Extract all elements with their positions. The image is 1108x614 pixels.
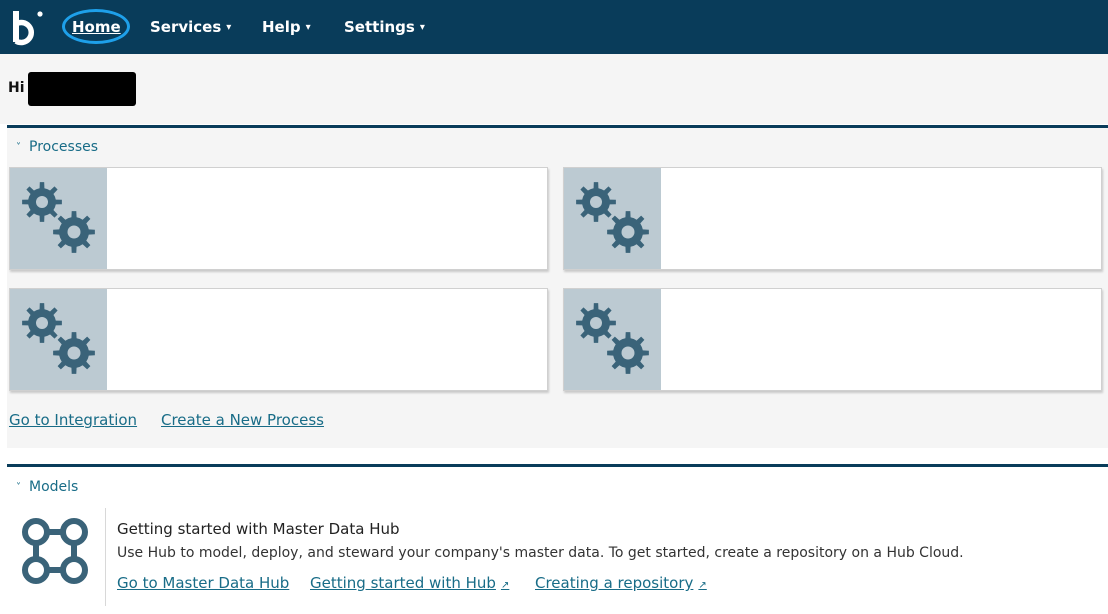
gear-hole: [590, 317, 602, 329]
section-divider: [7, 464, 1108, 467]
models-header: Models: [29, 479, 79, 495]
getting-started-hub-link[interactable]: Getting started with Hub ↗: [310, 574, 509, 592]
go-to-mdh-link[interactable]: Go to Master Data Hub: [117, 574, 289, 592]
chevron-down-icon: ▾: [419, 21, 425, 33]
gear-hole: [621, 346, 635, 360]
greeting-prefix: Hi: [8, 80, 25, 96]
process-card-icon-box: [10, 289, 107, 390]
gears-icon: [576, 303, 649, 374]
nav-home-label: Home: [72, 18, 121, 36]
master-data-hub-icon: [22, 518, 88, 584]
mdh-description: Use Hub to model, deploy, and steward yo…: [117, 545, 964, 561]
nav-help[interactable]: Help ▾: [262, 17, 311, 37]
process-card[interactable]: [9, 288, 548, 391]
nav-services-label: Services: [150, 18, 222, 36]
nav-help-label: Help: [262, 18, 301, 36]
chevron-down-icon: ˅: [16, 481, 21, 493]
chevron-down-icon: ▾: [305, 21, 311, 33]
nav-settings[interactable]: Settings ▾: [344, 17, 425, 37]
nav-settings-label: Settings: [344, 18, 415, 36]
processes-section-toggle[interactable]: ˅ Processes: [16, 139, 98, 155]
process-card-icon-box: [564, 289, 661, 390]
redacted-account-name: [28, 72, 136, 106]
gear-hole: [67, 346, 81, 360]
gear-hole: [67, 225, 81, 239]
gears-icon: [576, 182, 649, 253]
getting-started-hub-label: Getting started with Hub: [310, 574, 496, 592]
external-link-icon: ↗: [698, 580, 707, 591]
top-nav: Home Services ▾ Help ▾ Settings ▾: [0, 0, 1108, 54]
go-to-integration-link[interactable]: Go to Integration: [9, 411, 137, 429]
mdh-title: Getting started with Master Data Hub: [117, 520, 400, 538]
models-divider: [105, 508, 106, 606]
gear-hole: [621, 225, 635, 239]
boomi-logo[interactable]: [10, 9, 44, 47]
process-card-icon-box: [10, 168, 107, 269]
nav-home[interactable]: Home: [72, 17, 121, 37]
create-new-process-link[interactable]: Create a New Process: [161, 411, 324, 429]
creating-repository-link[interactable]: Creating a repository ↗: [535, 574, 707, 592]
chevron-down-icon: ˅: [16, 141, 21, 153]
external-link-icon: ↗: [500, 580, 510, 591]
greeting-bar: [0, 54, 1108, 124]
gear-hole: [36, 196, 48, 208]
chevron-down-icon: ▾: [226, 21, 232, 33]
nav-services[interactable]: Services ▾: [150, 17, 231, 37]
creating-repository-label: Creating a repository: [535, 574, 694, 592]
processes-header: Processes: [29, 139, 99, 155]
process-card[interactable]: [563, 167, 1102, 270]
process-card-icon-box: [564, 168, 661, 269]
process-card[interactable]: [9, 167, 548, 270]
gears-icon: [22, 182, 95, 253]
gear-hole: [590, 196, 602, 208]
gears-icon: [22, 303, 95, 374]
models-section-toggle[interactable]: ˅ Models: [16, 479, 78, 495]
process-card[interactable]: [563, 288, 1102, 391]
gear-hole: [36, 317, 48, 329]
